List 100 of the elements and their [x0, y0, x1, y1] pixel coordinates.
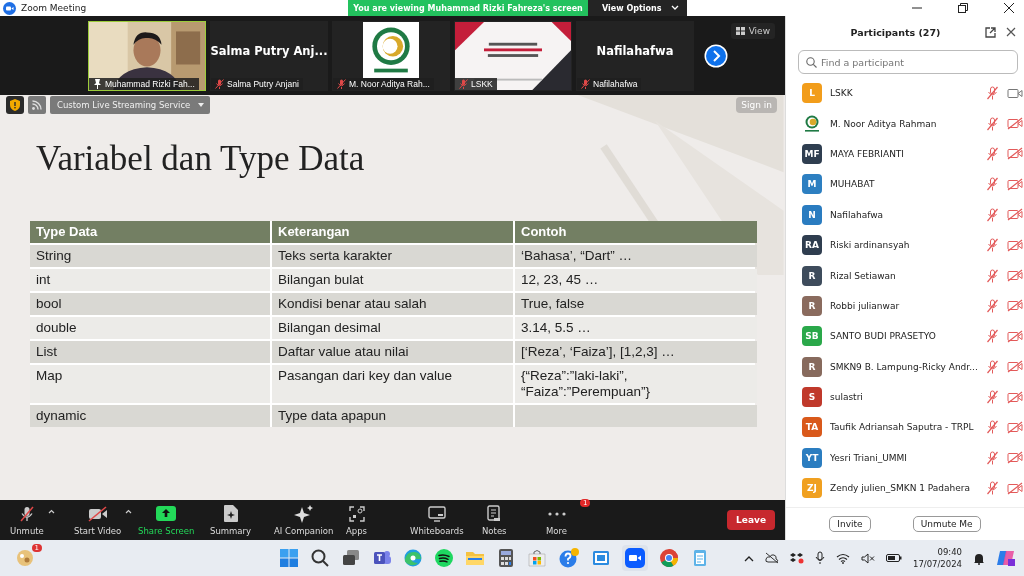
pop-out-icon[interactable]	[985, 26, 996, 38]
avatar: R	[802, 356, 822, 377]
mic-muted-icon[interactable]	[985, 268, 999, 283]
table-cell: int	[30, 269, 270, 291]
video-tile[interactable]: LSKK	[454, 20, 572, 91]
mic-muted-icon[interactable]	[985, 207, 999, 222]
video-off-icon[interactable]	[1006, 481, 1023, 495]
search-icon[interactable]	[309, 548, 330, 568]
mic-muted-icon[interactable]	[985, 390, 999, 405]
search-field[interactable]: Find a participant	[798, 50, 1018, 74]
zoom-app-icon[interactable]	[621, 545, 648, 571]
speaker-muted-icon[interactable]	[861, 552, 875, 564]
mic-muted-icon[interactable]	[985, 450, 999, 465]
video-off-icon[interactable]	[1006, 238, 1023, 252]
caret-up-icon[interactable]	[125, 508, 133, 514]
participant-row[interactable]: SB SANTO BUDI PRASETYO	[786, 321, 1024, 352]
participant-row[interactable]: R Robbi julianwar	[786, 290, 1024, 322]
store-icon[interactable]	[526, 548, 547, 568]
view-options-button[interactable]: View Options	[588, 0, 688, 16]
toolbar-button[interactable]: Summary	[206, 502, 256, 538]
toolbar-button[interactable]: Share Screen	[134, 502, 199, 538]
panel-button[interactable]: Invite	[829, 516, 871, 532]
video-off-icon[interactable]	[1006, 451, 1023, 465]
participant-row[interactable]: M MUHABAT	[786, 169, 1024, 200]
video-off-icon[interactable]	[1006, 299, 1023, 313]
video-off-icon[interactable]	[1006, 360, 1023, 374]
participant-row[interactable]: S sulastri	[786, 381, 1024, 413]
video-off-icon[interactable]	[1006, 147, 1023, 161]
mic-muted-icon[interactable]	[985, 86, 999, 101]
participant-row[interactable]: RA Riski ardinansyah	[786, 229, 1024, 261]
edge-icon[interactable]	[402, 548, 423, 568]
panel-button[interactable]: Unmute Me	[912, 516, 981, 532]
participant-name: Nafilahafwa	[830, 209, 885, 220]
video-tile[interactable]: Muhammad Rizki Fah...	[88, 20, 206, 91]
wifi-icon[interactable]	[836, 552, 850, 564]
participant-row[interactable]: ZJ Zendy julien_SMKN 1 Padahera	[786, 473, 1024, 504]
participant-row[interactable]: L LSKK	[786, 78, 1024, 109]
rss-icon[interactable]	[28, 96, 46, 114]
maximize-icon[interactable]	[958, 3, 968, 13]
video-off-icon[interactable]	[1006, 117, 1023, 131]
video-off-icon[interactable]	[1006, 177, 1023, 191]
task-view-icon[interactable]	[340, 548, 361, 568]
participant-row[interactable]: N Nafilahafwa	[786, 199, 1024, 230]
video-off-icon[interactable]	[1006, 208, 1023, 222]
participant-row[interactable]: R SMKN9 B. Lampung-Ricky Andr...	[786, 351, 1024, 382]
close-icon[interactable]	[1004, 3, 1014, 13]
mic-muted-icon[interactable]	[985, 298, 999, 313]
toolbar-button[interactable]: Unmute	[6, 502, 48, 538]
document-sparkle-icon	[223, 505, 238, 522]
participant-row[interactable]: YT Yesri Triani_UMMI	[786, 442, 1024, 474]
next-page-icon[interactable]	[704, 43, 728, 68]
close-icon[interactable]	[1006, 27, 1016, 37]
search-icon	[806, 56, 817, 68]
participant-row[interactable]: M. Noor Aditya Rahman	[786, 108, 1024, 139]
video-tile[interactable]: Salma Putry Anj... Salma Putry Anjani	[210, 20, 328, 91]
copilot-icon[interactable]	[996, 549, 1016, 567]
streaming-service-dropdown[interactable]: Custom Live Streaming Service	[50, 96, 211, 114]
video-tile[interactable]: M. Noor Aditya Rah...	[332, 20, 450, 91]
avatar: S	[802, 387, 822, 408]
clock[interactable]: 09:40 17/07/2024	[913, 546, 962, 570]
window-app-icon[interactable]	[590, 548, 611, 568]
shield-icon[interactable]	[6, 96, 24, 114]
spotify-icon[interactable]	[433, 548, 454, 568]
battery-icon[interactable]	[886, 553, 902, 563]
participant-row[interactable]: TA Taufik Adriansah Saputra - TRPL	[786, 412, 1024, 443]
video-off-icon[interactable]	[1006, 329, 1023, 343]
windows-start-icon[interactable]	[278, 548, 299, 568]
mic-muted-icon[interactable]	[985, 481, 999, 496]
toolbar-button[interactable]: Whiteboards	[406, 502, 468, 538]
mic-muted-icon[interactable]	[985, 177, 999, 192]
video-tile[interactable]: Nafilahafwa Nafilahafwa	[576, 20, 694, 91]
mic-muted-icon[interactable]	[985, 329, 999, 344]
caret-up-icon[interactable]	[47, 508, 55, 514]
toolbar-button[interactable]: Apps	[342, 502, 372, 538]
cloud-off-icon[interactable]	[765, 552, 779, 564]
view-button[interactable]: View	[730, 23, 775, 39]
video-off-icon[interactable]	[1006, 390, 1023, 404]
mic-muted-icon[interactable]	[985, 146, 999, 161]
participant-row[interactable]: R Rizal Setiawan	[786, 260, 1024, 291]
video-off-icon[interactable]	[1006, 269, 1023, 283]
toolbar-button[interactable]: More	[542, 502, 572, 538]
participant-row[interactable]: MF MAYA FEBRIANTI	[786, 138, 1024, 170]
microphone-icon[interactable]	[815, 551, 825, 565]
dropbox-icon[interactable]	[790, 552, 804, 564]
toolbar-button[interactable]: Start Video	[70, 502, 126, 538]
video-icon[interactable]	[1006, 86, 1023, 100]
help-icon[interactable]	[557, 548, 580, 568]
toolbar-button[interactable]: Notes	[478, 502, 511, 538]
toolbar-button[interactable]: AI Companion	[270, 502, 338, 538]
leave-button[interactable]: Leave	[727, 510, 775, 530]
mic-muted-icon[interactable]	[985, 238, 999, 253]
mic-muted-icon[interactable]	[985, 359, 999, 374]
participant-name: Taufik Adriansah Saputra - TRPL	[830, 422, 975, 433]
chrome-icon[interactable]	[658, 548, 679, 568]
weather-widget-icon[interactable]	[16, 549, 34, 567]
video-off-icon[interactable]	[1006, 421, 1023, 434]
mic-muted-icon[interactable]	[985, 116, 999, 131]
mic-muted-icon[interactable]	[985, 420, 999, 435]
chevron-up-icon[interactable]	[744, 554, 754, 562]
bell-icon[interactable]	[973, 551, 985, 565]
